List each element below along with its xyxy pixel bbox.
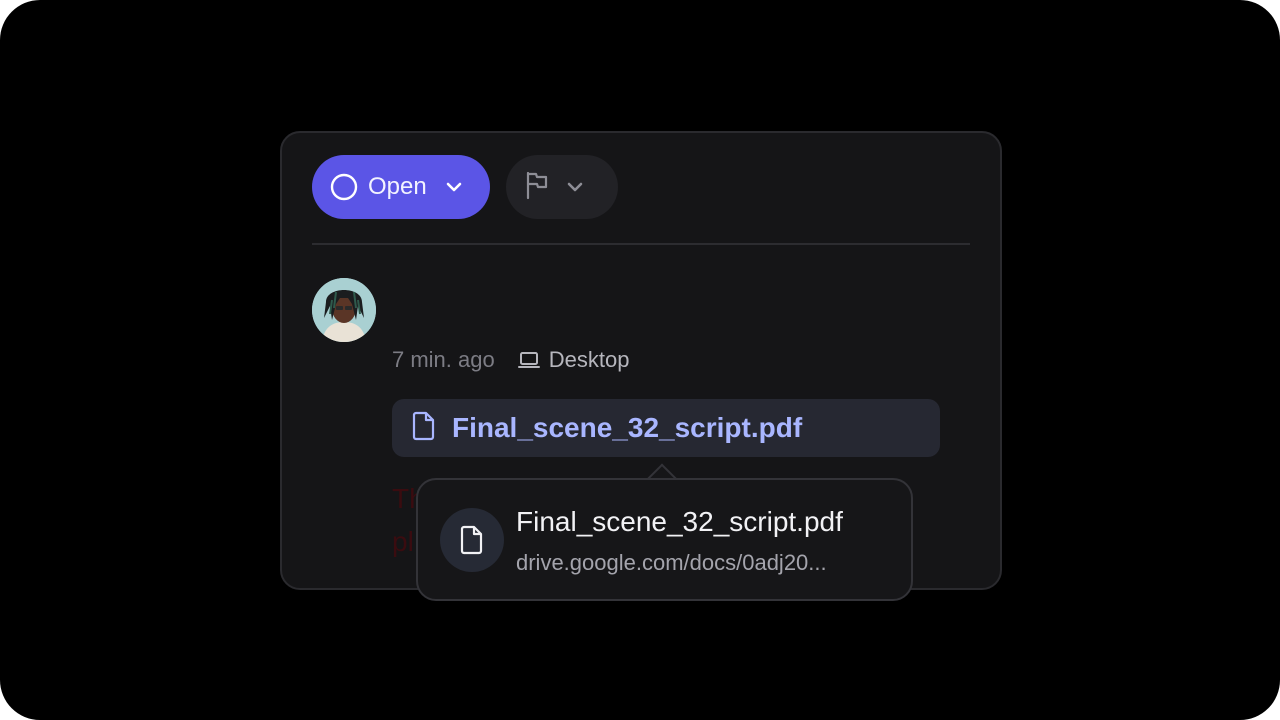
circle-icon <box>330 173 358 201</box>
divider <box>312 243 970 245</box>
link-preview-tooltip[interactable]: Final_scene_32_script.pdf drive.google.c… <box>416 478 913 601</box>
tooltip-url[interactable]: drive.google.com/docs/0adj20... <box>516 550 827 576</box>
chevron-down-icon <box>443 176 465 198</box>
laptop-icon <box>517 350 541 370</box>
status-label: Open <box>368 173 427 200</box>
attachment-chip[interactable]: Final_scene_32_script.pdf <box>392 399 940 457</box>
tooltip-title: Final_scene_32_script.pdf <box>516 506 843 537</box>
attachment-name: Final_scene_32_script.pdf <box>452 412 803 443</box>
chevron-down-icon <box>564 176 586 198</box>
flag-icon <box>524 170 550 205</box>
file-icon <box>440 508 504 572</box>
status-dropdown-button[interactable]: Open <box>312 155 490 219</box>
avatar[interactable] <box>312 278 376 342</box>
comment-meta: 7 min. ago Desktop <box>392 347 629 373</box>
comment-time: 7 min. ago <box>392 347 495 372</box>
app-background: Open 7 min. ago Desktop Final_scene_32_s… <box>0 0 1280 720</box>
priority-dropdown-button[interactable] <box>506 155 618 219</box>
comment-device: Desktop <box>548 347 630 372</box>
file-icon <box>412 411 436 446</box>
